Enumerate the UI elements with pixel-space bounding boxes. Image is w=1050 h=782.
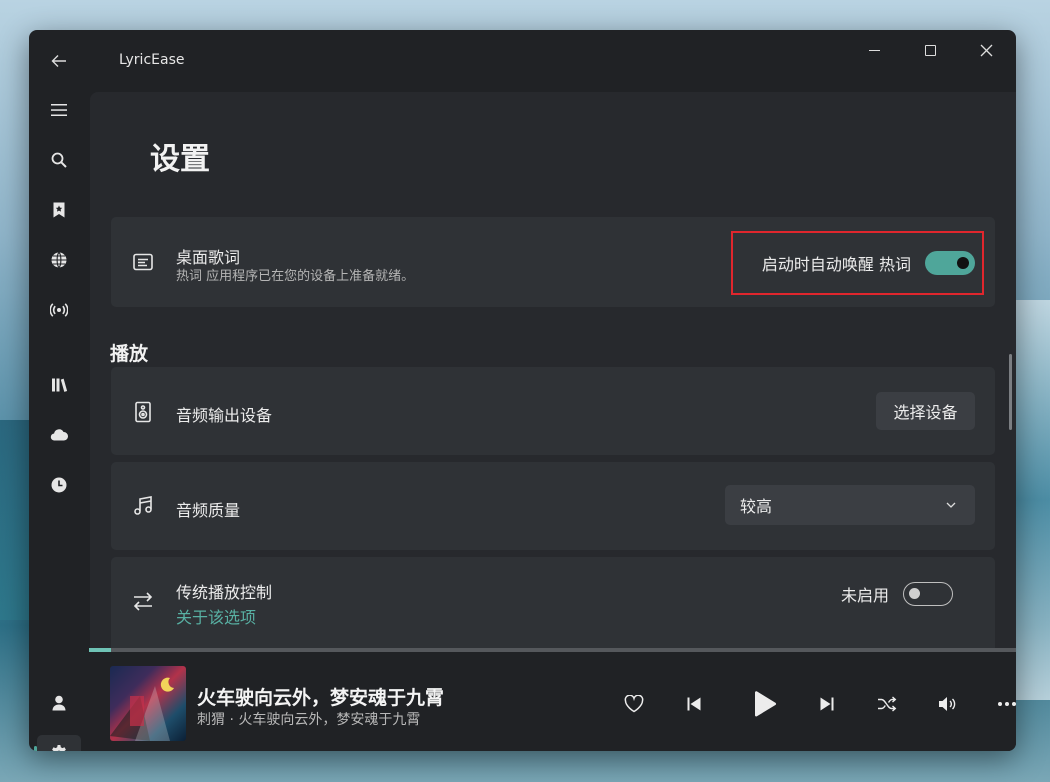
sidebar-item-radio[interactable]	[37, 292, 81, 328]
clock-icon	[51, 477, 67, 493]
song-artist-album[interactable]: 刺猬 · 火车驶向云外，梦安魂于九霄	[197, 709, 420, 729]
sidebar-item-search[interactable]	[37, 142, 81, 178]
sidebar-item-settings[interactable]	[34, 735, 81, 751]
audio-quality-title: 音频质量	[176, 501, 241, 520]
toggle-knob	[957, 257, 969, 269]
app-title: LyricEase	[119, 52, 185, 68]
chevron-down-icon	[946, 502, 956, 508]
legacy-control-card: 传统播放控制 关于该选项 未启用	[111, 557, 995, 648]
legacy-toggle-group: 未启用	[841, 582, 954, 606]
sidebar-item-cloud[interactable]	[37, 417, 81, 453]
search-icon	[51, 152, 67, 168]
bookmark-icon	[53, 202, 65, 218]
about-option-link[interactable]: 关于该选项	[176, 604, 256, 628]
legacy-control-title: 传统播放控制	[176, 583, 273, 602]
back-button[interactable]	[41, 46, 77, 76]
scrollbar[interactable]	[1009, 354, 1012, 430]
auto-wake-label: 启动时自动唤醒 热词	[761, 255, 911, 274]
page-title: 设置	[150, 142, 210, 177]
more-icon	[998, 702, 1016, 706]
auto-wake-toggle[interactable]	[925, 251, 975, 275]
select-device-button[interactable]: 选择设备	[876, 392, 975, 430]
legacy-toggle-label: 未启用	[841, 586, 890, 605]
play-icon	[755, 691, 777, 717]
desktop-lyrics-card: 桌面歌词 热词 应用程序已在您的设备上准备就绪。 启动时自动唤醒 热词	[111, 217, 995, 307]
toggle-knob	[909, 588, 921, 599]
arrow-left-icon	[51, 55, 66, 67]
cloud-icon	[50, 429, 68, 441]
desktop-wallpaper	[1010, 300, 1050, 700]
heart-icon	[624, 695, 644, 713]
shuffle-button[interactable]	[870, 687, 904, 721]
song-title: 火车驶向云外，梦安魂于九霄	[197, 687, 445, 709]
title-bar: LyricEase	[29, 30, 1016, 90]
next-icon	[820, 697, 834, 711]
desktop-lyrics-subtitle: 热词 应用程序已在您的设备上准备就绪。	[176, 269, 415, 284]
settings-icon	[52, 745, 66, 751]
sidebar-item-history[interactable]	[37, 467, 81, 503]
music-notes-icon	[131, 494, 155, 518]
audio-output-card: 音频输出设备 选择设备	[111, 367, 995, 455]
volume-icon	[939, 697, 956, 711]
close-button[interactable]	[963, 36, 1009, 64]
player-bar: 火车驶向云外，梦安魂于九霄 刺猬 · 火车驶向云外，梦安魂于九霄	[89, 652, 1016, 751]
maximize-icon	[924, 44, 936, 56]
minimize-icon	[868, 49, 880, 51]
sidebar-item-account[interactable]	[37, 685, 81, 721]
sidebar-item-library[interactable]	[37, 367, 81, 403]
close-icon	[980, 44, 992, 56]
highlight-box: 启动时自动唤醒 热词	[731, 231, 984, 295]
settings-page: 设置 桌面歌词 热词 应用程序已在您的设备上准备就绪。 启动时自动唤醒 热词 播…	[90, 92, 1016, 648]
volume-button[interactable]	[930, 687, 964, 721]
sidebar-item-explore[interactable]	[37, 242, 81, 278]
menu-button[interactable]	[37, 92, 81, 128]
library-icon	[52, 378, 68, 392]
sidebar	[29, 90, 89, 751]
previous-button[interactable]	[677, 687, 711, 721]
maximize-button[interactable]	[907, 36, 953, 64]
audio-output-title: 音频输出设备	[176, 406, 273, 425]
user-icon	[52, 695, 66, 711]
radio-icon	[50, 303, 68, 317]
play-button[interactable]	[743, 682, 787, 726]
like-button[interactable]	[617, 687, 651, 721]
playback-section-title: 播放	[110, 343, 149, 365]
legacy-control-toggle[interactable]	[903, 582, 954, 606]
next-button[interactable]	[810, 687, 844, 721]
more-button[interactable]	[990, 687, 1016, 721]
app-window: LyricEase 设置 桌面歌词 热词 应用程序已在您的设备上准备就绪。 启动…	[29, 30, 1016, 751]
menu-icon	[51, 104, 67, 116]
lyrics-icon	[131, 250, 155, 274]
sidebar-item-favorites[interactable]	[37, 192, 81, 228]
globe-icon	[51, 252, 67, 268]
minimize-button[interactable]	[851, 36, 897, 64]
shuffle-icon	[878, 696, 897, 712]
quality-select[interactable]: 较高	[725, 485, 975, 525]
speaker-icon	[131, 400, 155, 424]
swap-arrows-icon	[131, 589, 155, 613]
album-art[interactable]	[110, 666, 186, 741]
audio-quality-card: 音频质量 较高	[111, 462, 995, 550]
previous-icon	[687, 697, 701, 711]
quality-select-value: 较高	[740, 497, 773, 516]
